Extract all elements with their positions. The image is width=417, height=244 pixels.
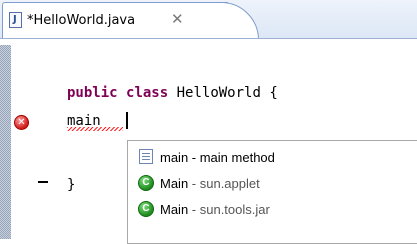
tab-helloworld-java[interactable]: J *HelloWorld.java ✕ <box>2 2 228 38</box>
code-line-class-declaration[interactable]: public class HelloWorld { <box>67 84 278 102</box>
completion-item-main-sun-applet[interactable]: C Main - sun.applet <box>134 172 414 196</box>
text-cursor <box>126 112 128 129</box>
tab-edge <box>223 2 259 38</box>
error-squiggle <box>67 127 123 131</box>
completion-label: main - main method <box>160 150 275 165</box>
quick-diff-strip <box>0 45 11 239</box>
method-icon <box>138 149 154 165</box>
change-marker <box>38 181 48 183</box>
completion-item-main-sun-tools-jar[interactable]: C Main - sun.tools.jar <box>134 198 414 222</box>
close-icon[interactable]: ✕ <box>171 9 184 29</box>
keyword-class: class <box>126 85 169 101</box>
keyword-public: public <box>67 85 118 101</box>
code-line-closing-brace[interactable]: } <box>67 176 75 194</box>
completion-label: Main - sun.applet <box>160 176 260 191</box>
completion-label: Main - sun.tools.jar <box>160 202 270 217</box>
error-marker-icon[interactable]: ✕ <box>14 115 29 130</box>
content-assist-popup: main - main method C Main - sun.applet C… <box>127 140 417 244</box>
java-file-icon: J <box>9 12 22 28</box>
tab-title: *HelloWorld.java <box>27 13 136 28</box>
class-icon: C <box>138 175 154 191</box>
editor-tab-strip: J *HelloWorld.java ✕ <box>0 0 417 39</box>
class-name-text: HelloWorld { <box>168 85 278 101</box>
completion-item-main-method[interactable]: main - main method <box>134 146 414 170</box>
java-file-icon-letter: J <box>13 14 17 25</box>
vertical-ruler: ✕ <box>0 39 48 240</box>
class-icon: C <box>138 201 154 217</box>
